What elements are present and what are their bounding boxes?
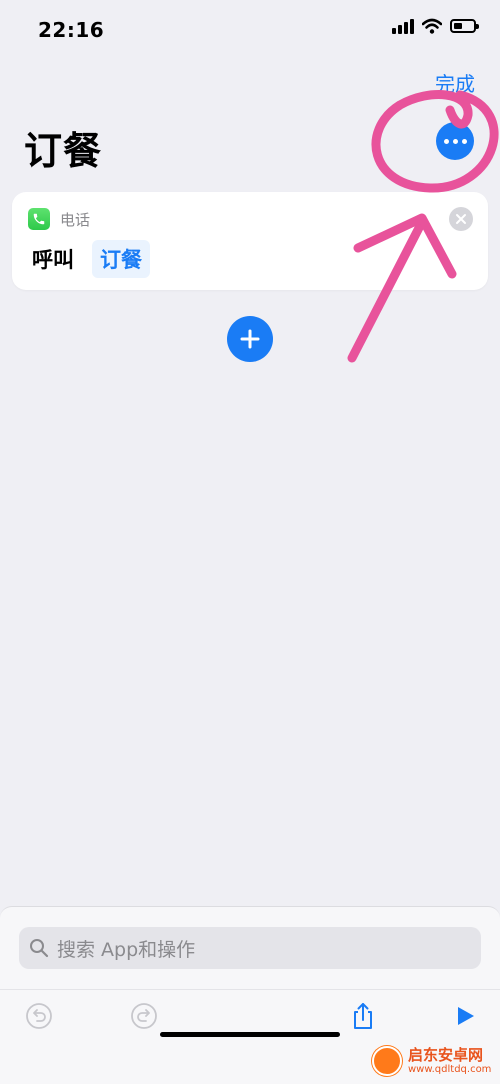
redo-button[interactable] [129,1001,159,1031]
close-icon [456,214,466,224]
undo-button[interactable] [24,1001,54,1031]
search-placeholder: 搜索 App和操作 [57,938,196,961]
ellipsis-icon-dot [461,138,467,144]
contact-token[interactable]: 订餐 [92,240,150,278]
watermark: 启东安卓网 www.qdltdq.com [372,1046,491,1076]
watermark-title: 启东安卓网 [408,1045,484,1064]
wifi-icon [422,18,442,34]
ellipsis-icon [443,138,449,144]
signal-icon [392,18,414,34]
phone-icon [28,208,50,230]
redo-icon [131,1003,157,1029]
remove-action-button[interactable] [449,207,473,231]
status-bar: 22:16 [0,0,500,60]
search-field[interactable]: 搜索 App和操作 [19,927,481,969]
status-time: 22:16 [38,18,105,42]
search-icon [30,939,49,958]
share-icon [354,1003,372,1029]
run-shortcut-button[interactable] [450,1001,480,1031]
done-button[interactable]: 完成 [435,68,475,97]
ellipsis-icon-dot [452,138,458,144]
play-icon [458,1007,474,1025]
add-action-button[interactable] [227,316,273,362]
undo-icon [26,1003,52,1029]
status-icons [392,18,479,34]
call-action-card[interactable]: 电话 呼叫 订餐 [12,192,488,290]
more-options-button[interactable] [436,122,474,160]
watermark-url: www.qdltdq.com [408,1063,492,1075]
watermark-text: 启东安卓网 www.qdltdq.com [408,1045,492,1075]
card-app-name: 电话 [60,211,91,229]
share-button[interactable] [348,1001,378,1031]
home-indicator [160,1032,340,1037]
watermark-logo-icon [372,1046,402,1076]
card-verb: 呼叫 [32,248,74,272]
plus-icon [240,329,260,349]
battery-icon [450,19,479,33]
page-title: 订餐 [24,129,103,173]
toolbar-divider [0,989,500,990]
